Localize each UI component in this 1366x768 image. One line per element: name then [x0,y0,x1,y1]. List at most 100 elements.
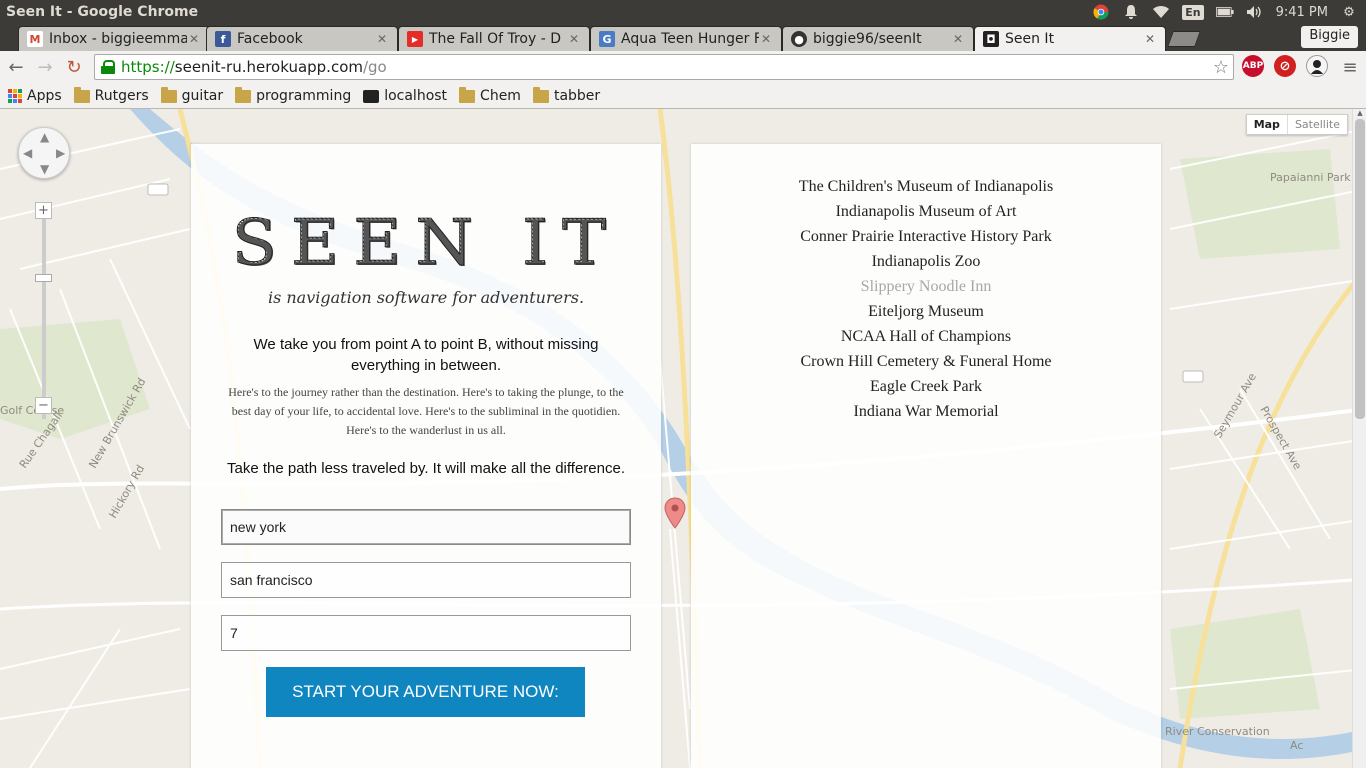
bookmark-label: localhost [384,88,448,104]
map-type-satellite-button[interactable]: Satellite [1286,115,1347,134]
zoom-in-icon[interactable]: + [35,202,52,219]
tab-facebook[interactable]: f Facebook ✕ [206,26,398,51]
folder-icon [160,86,177,103]
tab-seen-it[interactable]: ◘ Seen It ✕ [974,26,1166,51]
scrollbar-thumb[interactable] [1355,119,1365,419]
tab-label: The Fall Of Troy - D [429,31,561,47]
bookmark-star-icon[interactable]: ☆ [1213,57,1229,78]
zoom-slider-handle[interactable] [35,274,52,282]
youtube-icon: ▶ [407,31,423,47]
tab-youtube[interactable]: ▶ The Fall Of Troy - D ✕ [398,26,590,51]
tab-aqua-teen[interactable]: G Aqua Teen Hunger F ✕ [590,26,782,51]
apps-grid-icon [8,89,22,103]
origin-input[interactable] [221,509,631,545]
new-tab-button[interactable] [1167,31,1201,47]
start-adventure-button[interactable]: START YOUR ADVENTURE NOW: [266,667,585,717]
close-icon[interactable]: ✕ [951,32,965,46]
keyboard-language-indicator[interactable]: En [1182,4,1204,20]
place-item[interactable]: The Children's Museum of Indianapolis [691,174,1161,199]
bookmark-chem[interactable]: Chem [459,86,521,104]
back-arrow-icon[interactable]: ← [3,55,29,81]
pan-left-icon[interactable]: ◀ [23,146,32,160]
pan-control[interactable]: ▲ ▼ ◀ ▶ [18,127,70,179]
url-scheme: https:// [121,58,175,76]
bookmark-label: guitar [181,88,224,104]
battery-icon[interactable] [1215,4,1234,20]
chrome-icon[interactable] [1092,4,1110,20]
bookmark-programming[interactable]: programming [235,86,352,104]
url-host: seenit-ru.herokuapp.com [174,58,363,76]
tab-label: Seen It [1005,31,1055,47]
address-bar[interactable]: https://seenit-ru.herokuapp.com/go ☆ [94,54,1234,80]
tab-inbox[interactable]: M Inbox - biggieemmar ✕ [18,26,210,51]
place-item[interactable]: Eagle Creek Park [691,374,1161,399]
volume-icon[interactable] [1246,4,1264,20]
close-icon[interactable]: ✕ [187,32,201,46]
bookmark-label: Rutgers [94,88,149,104]
place-item[interactable]: Indiana War Memorial [691,399,1161,424]
notification-bell-icon[interactable] [1122,4,1140,20]
tab-label: Aqua Teen Hunger F [621,31,759,47]
menu-hamburger-icon[interactable]: ≡ [1337,54,1363,80]
settings-gear-icon[interactable]: ⚙ [1340,4,1358,20]
bookmarks-bar: Apps Rutgers guitar programming localhos… [0,84,1366,109]
folder-icon [235,86,252,103]
scroll-up-arrow-icon[interactable]: ▲ [1355,109,1365,117]
reload-icon[interactable]: ↻ [61,55,87,81]
translate-icon: G [599,31,615,47]
page-scrollbar[interactable]: ▲ [1352,109,1366,768]
svg-text:Papaianni Park: Papaianni Park [1270,171,1351,184]
place-item[interactable]: Crown Hill Cemetery & Funeral Home [691,349,1161,374]
github-icon: ● [791,31,807,47]
svg-text:Ac: Ac [1290,739,1303,752]
close-icon[interactable]: ✕ [759,32,773,46]
seen-it-form-panel: SEEN IT is navigation software for adven… [191,144,661,768]
facebook-icon: f [215,31,231,47]
motto-text: Take the path less traveled by. It will … [227,460,625,477]
logo-text: SEEN IT [231,205,621,280]
forward-arrow-icon[interactable]: → [32,55,58,81]
close-icon[interactable]: ✕ [1143,32,1157,46]
bookmark-localhost[interactable]: localhost [363,88,447,104]
map-type-map-button[interactable]: Map [1247,115,1287,134]
map-marker-icon[interactable] [664,497,686,529]
profile-button[interactable]: Biggie [1301,26,1358,48]
adblock-plus-icon[interactable]: ABP [1242,55,1264,77]
folder-icon [459,86,476,103]
place-item[interactable]: Conner Prairie Interactive History Park [691,224,1161,249]
bookmark-rutgers[interactable]: Rutgers [73,86,149,104]
place-item[interactable]: Indianapolis Zoo [691,249,1161,274]
tab-strip: M Inbox - biggieemmar ✕ f Facebook ✕ ▶ T… [0,24,1366,51]
places-panel: The Children's Museum of Indianapolis In… [691,144,1161,768]
bookmark-apps[interactable]: Apps [8,88,62,104]
pan-down-icon[interactable]: ▼ [40,162,49,176]
close-icon[interactable]: ✕ [567,32,581,46]
fine-print: Here's to the journey rather than the de… [228,385,624,437]
extension-label: ABP [1242,61,1264,71]
clock[interactable]: 9:41 PM [1276,5,1328,20]
lock-icon[interactable] [101,60,115,74]
bookmark-guitar[interactable]: guitar [160,86,224,104]
place-item[interactable]: Eiteljorg Museum [691,299,1161,324]
place-item[interactable]: Indianapolis Museum of Art [691,199,1161,224]
tab-label: biggie96/seenIt [813,31,922,47]
folder-icon [532,86,549,103]
wifi-icon[interactable] [1152,4,1170,20]
browser-toolbar: ← → ↻ https://seenit-ru.herokuapp.com/go… [0,51,1366,84]
block-extension-icon[interactable]: ⊘ [1274,55,1296,77]
close-icon[interactable]: ✕ [375,32,389,46]
place-item[interactable]: NCAA Hall of Champions [691,324,1161,349]
place-item[interactable]: Slippery Noodle Inn [691,274,1161,299]
user-avatar-icon[interactable] [1306,55,1328,77]
system-tray: En 9:41 PM ⚙ [1092,0,1366,24]
tab-label: Inbox - biggieemmar [49,31,187,47]
stops-input[interactable] [221,615,631,651]
pan-right-icon[interactable]: ▶ [56,146,65,160]
zoom-out-icon[interactable]: − [35,397,52,414]
pan-up-icon[interactable]: ▲ [40,130,49,144]
tab-github[interactable]: ● biggie96/seenIt ✕ [782,26,974,51]
bookmark-tabber[interactable]: tabber [532,86,600,104]
destination-input[interactable] [221,562,631,598]
zoom-slider-track[interactable] [42,219,46,419]
bookmark-label: programming [256,88,352,104]
